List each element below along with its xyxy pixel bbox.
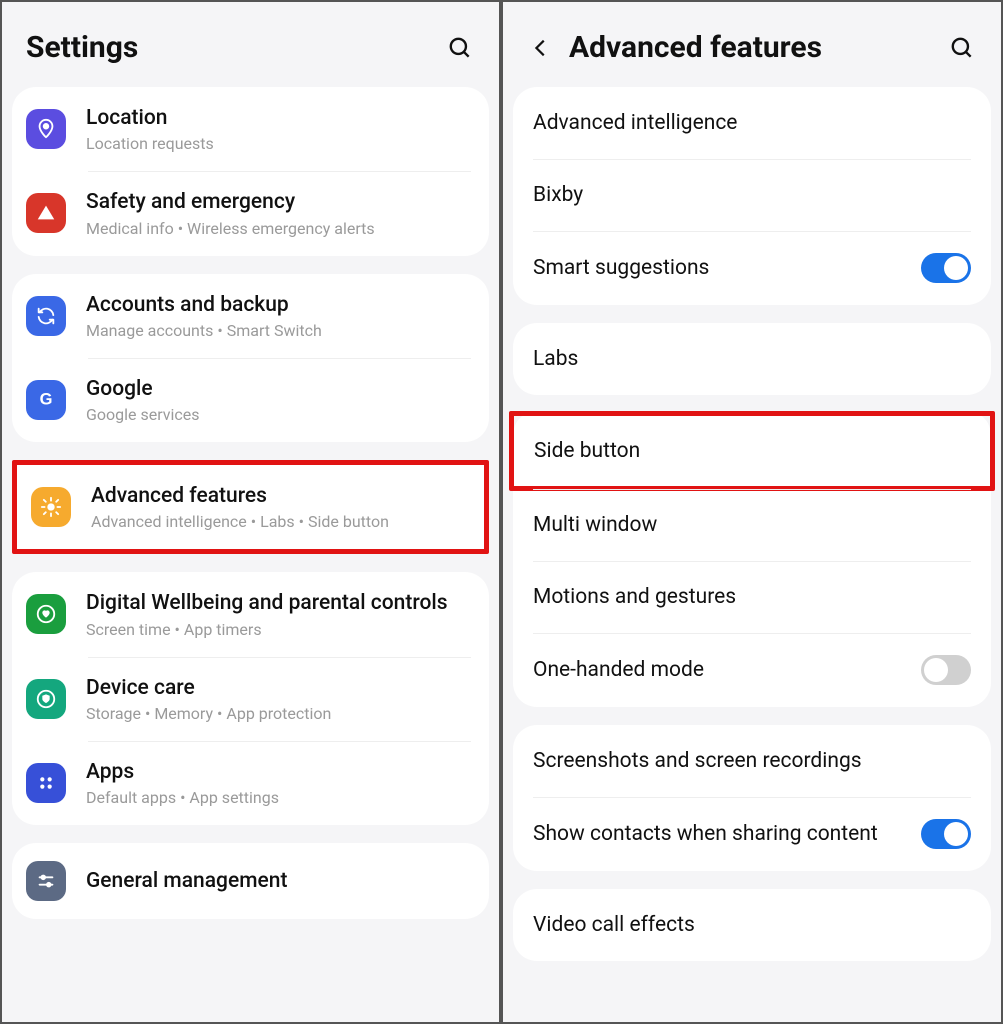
toggle-sharecontacts[interactable] bbox=[921, 819, 971, 849]
advanced-item-title: Side button bbox=[534, 438, 970, 464]
settings-item-devicecare[interactable]: Device care Storage • Memory • App protec… bbox=[12, 657, 489, 741]
settings-item-general[interactable]: General management bbox=[12, 843, 489, 919]
advanced-item-labs[interactable]: Labs bbox=[513, 323, 991, 395]
advanced-item-title: Screenshots and screen recordings bbox=[533, 748, 971, 774]
advanced-item-bixby[interactable]: Bixby bbox=[513, 159, 991, 231]
advanced-list: Advanced intelligence Bixby Smart suggesti… bbox=[503, 87, 1001, 979]
settings-list: Location Location requests Safety and emer… bbox=[2, 87, 499, 937]
settings-item-accounts[interactable]: Accounts and backup Manage accounts • Sma… bbox=[12, 274, 489, 358]
settings-item-title: Device care bbox=[86, 675, 475, 701]
settings-item-title: Location bbox=[86, 105, 475, 131]
advanced-item-side[interactable]: Side button bbox=[509, 411, 995, 491]
settings-item-subtitle: Default apps • App settings bbox=[86, 788, 475, 807]
settings-group: Accounts and backup Manage accounts • Sma… bbox=[12, 274, 489, 443]
advanced-item-smart[interactable]: Smart suggestions bbox=[513, 231, 991, 305]
svg-text:G: G bbox=[40, 390, 53, 408]
sliders-icon bbox=[26, 861, 66, 901]
advanced-item-multiwin[interactable]: Multi window bbox=[513, 489, 991, 561]
settings-item-apps[interactable]: Apps Default apps • App settings bbox=[12, 741, 489, 825]
advanced-group: Advanced intelligence Bixby Smart suggesti… bbox=[513, 87, 991, 305]
settings-item-advanced[interactable]: Advanced features Advanced intelligence •… bbox=[17, 465, 484, 549]
advanced-group: Side button Multi window Motions and gestu… bbox=[513, 411, 991, 707]
settings-item-subtitle: Screen time • App timers bbox=[86, 620, 475, 639]
settings-item-subtitle: Medical info • Wireless emergency alerts bbox=[86, 219, 475, 238]
settings-title: Settings bbox=[26, 30, 445, 65]
settings-item-title: Google bbox=[86, 376, 475, 402]
advanced-item-sharecontacts[interactable]: Show contacts when sharing content bbox=[513, 797, 991, 871]
advanced-item-title: Show contacts when sharing content bbox=[533, 821, 921, 847]
settings-item-title: Apps bbox=[86, 759, 475, 785]
settings-item-location[interactable]: Location Location requests bbox=[12, 87, 489, 171]
advanced-item-title: Multi window bbox=[533, 512, 971, 538]
chevron-left-icon bbox=[530, 37, 552, 59]
google-icon: G bbox=[26, 380, 66, 420]
safety-icon bbox=[26, 193, 66, 233]
toggle-smart[interactable] bbox=[921, 253, 971, 283]
advanced-item-onehand[interactable]: One-handed mode bbox=[513, 633, 991, 707]
advanced-group: Video call effects bbox=[513, 889, 991, 961]
settings-item-title: Digital Wellbeing and parental controls bbox=[86, 590, 475, 616]
location-icon bbox=[26, 109, 66, 149]
advanced-item-title: One-handed mode bbox=[533, 657, 921, 683]
search-button[interactable] bbox=[445, 33, 475, 63]
advanced-item-title: Video call effects bbox=[533, 912, 971, 938]
settings-item-subtitle: Storage • Memory • App protection bbox=[86, 704, 475, 723]
settings-item-subtitle: Google services bbox=[86, 405, 475, 424]
advanced-features-screen: Advanced features Advanced intelligence B… bbox=[501, 0, 1003, 1024]
grid-icon bbox=[26, 763, 66, 803]
advanced-item-screenshots[interactable]: Screenshots and screen recordings bbox=[513, 725, 991, 797]
gear-icon bbox=[31, 487, 71, 527]
settings-group: Advanced features Advanced intelligence •… bbox=[12, 460, 489, 554]
search-button[interactable] bbox=[947, 33, 977, 63]
advanced-item-videocall[interactable]: Video call effects bbox=[513, 889, 991, 961]
advanced-item-title: Bixby bbox=[533, 182, 971, 208]
settings-item-title: General management bbox=[86, 868, 475, 894]
advanced-header: Advanced features bbox=[503, 2, 1001, 87]
settings-group: General management bbox=[12, 843, 489, 919]
back-button[interactable] bbox=[527, 34, 555, 62]
advanced-item-title: Labs bbox=[533, 346, 971, 372]
advanced-item-title: Motions and gestures bbox=[533, 584, 971, 610]
settings-item-title: Safety and emergency bbox=[86, 189, 475, 215]
heart-icon bbox=[26, 594, 66, 634]
settings-group: Location Location requests Safety and emer… bbox=[12, 87, 489, 256]
settings-item-subtitle: Location requests bbox=[86, 134, 475, 153]
settings-item-google[interactable]: G Google Google services bbox=[12, 358, 489, 442]
sync-icon bbox=[26, 296, 66, 336]
settings-group: Digital Wellbeing and parental controls S… bbox=[12, 572, 489, 825]
settings-item-title: Advanced features bbox=[91, 483, 470, 509]
settings-item-wellbeing[interactable]: Digital Wellbeing and parental controls S… bbox=[12, 572, 489, 656]
settings-item-safety[interactable]: Safety and emergency Medical info • Wirel… bbox=[12, 171, 489, 255]
toggle-onehand[interactable] bbox=[921, 655, 971, 685]
advanced-item-title: Smart suggestions bbox=[533, 255, 921, 281]
settings-screen: Settings Location Location requests Safety… bbox=[0, 0, 501, 1024]
search-icon bbox=[949, 35, 975, 61]
advanced-group: Screenshots and screen recordings Show co… bbox=[513, 725, 991, 871]
settings-header: Settings bbox=[2, 2, 499, 87]
advanced-item-ai[interactable]: Advanced intelligence bbox=[513, 87, 991, 159]
advanced-group: Labs bbox=[513, 323, 991, 395]
settings-item-title: Accounts and backup bbox=[86, 292, 475, 318]
advanced-title: Advanced features bbox=[569, 30, 947, 65]
search-icon bbox=[447, 35, 473, 61]
settings-item-subtitle: Manage accounts • Smart Switch bbox=[86, 321, 475, 340]
settings-item-subtitle: Advanced intelligence • Labs • Side butt… bbox=[91, 512, 470, 531]
advanced-item-motions[interactable]: Motions and gestures bbox=[513, 561, 991, 633]
advanced-item-title: Advanced intelligence bbox=[533, 110, 971, 136]
shield-icon bbox=[26, 679, 66, 719]
